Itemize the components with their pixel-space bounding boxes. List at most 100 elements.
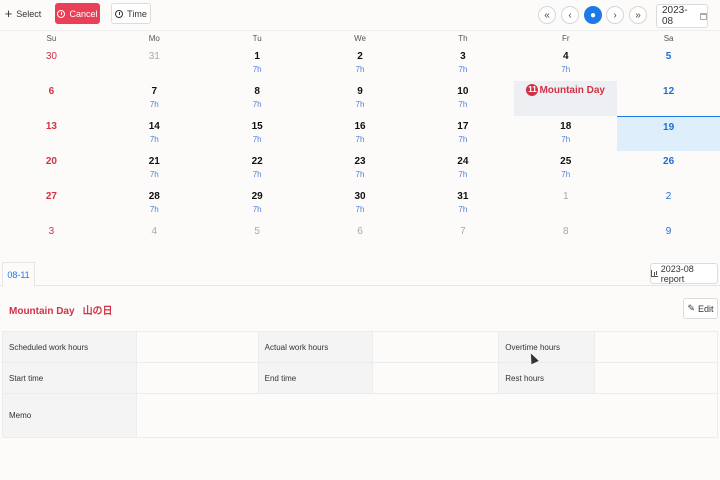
time-button[interactable]: Time xyxy=(111,3,151,24)
calendar-day[interactable]: 31 xyxy=(103,46,206,81)
calendar-day[interactable]: 6 xyxy=(0,81,103,116)
calendar-day[interactable]: 5 xyxy=(617,46,720,81)
calendar-day[interactable]: 23 7h xyxy=(309,151,412,186)
last-month-button[interactable]: » xyxy=(629,6,647,24)
calendar-day[interactable]: 30 xyxy=(0,46,103,81)
calendar-day[interactable]: 29 7h xyxy=(206,186,309,221)
calendar-day[interactable]: 15 7h xyxy=(206,116,309,151)
day-number: 12 xyxy=(663,86,675,97)
calendar-day[interactable]: 13 xyxy=(0,116,103,151)
day-number: 23 xyxy=(354,156,366,167)
overtime-hours-label: Overtime hours xyxy=(498,331,596,363)
calendar-day[interactable]: 12 xyxy=(617,81,720,116)
day-hours: 7h xyxy=(149,170,159,179)
calendar-day[interactable]: 17 7h xyxy=(411,116,514,151)
calendar-day[interactable]: 9 7h xyxy=(309,81,412,116)
calendar-day[interactable]: 3 xyxy=(0,221,103,256)
calendar-day[interactable]: 22 7h xyxy=(206,151,309,186)
day-number: 7 xyxy=(460,226,466,237)
edit-button[interactable]: ✎ Edit xyxy=(683,298,718,319)
calendar-day[interactable]: 18 7h xyxy=(514,116,617,151)
rest-hours-label: Rest hours xyxy=(498,362,596,394)
day-number: 25 xyxy=(560,156,572,167)
calendar-day[interactable]: 21 7h xyxy=(103,151,206,186)
day-number: 24 xyxy=(457,156,469,167)
cancel-button[interactable]: Cancel xyxy=(55,3,100,24)
calendar-day[interactable]: 7 7h xyxy=(103,81,206,116)
day-number: 31 xyxy=(457,191,469,202)
end-time-value xyxy=(372,362,500,394)
day-number: 9 xyxy=(357,86,363,97)
weekday-label: We xyxy=(354,34,366,43)
day-number: 6 xyxy=(357,226,363,237)
calendar-day[interactable]: 7 xyxy=(411,221,514,256)
plus-icon: + xyxy=(4,6,13,21)
calendar-day[interactable]: 28 7h xyxy=(103,186,206,221)
select-label: Select xyxy=(16,8,42,19)
calendar-week: 27 28 7h 29 7h 30 7h 31 7h 1 2 xyxy=(0,186,720,221)
month-value: 2023-08 xyxy=(662,5,688,27)
holiday-name-jp: 山の日 xyxy=(82,306,113,317)
next-month-button[interactable]: › xyxy=(606,6,624,24)
calendar-day[interactable]: 8 7h xyxy=(206,81,309,116)
calendar-day[interactable]: 4 xyxy=(103,221,206,256)
day-number: 17 xyxy=(457,121,469,132)
calendar-day[interactable]: 11 Mountain Day xyxy=(514,81,618,116)
select-button[interactable]: + Select xyxy=(4,3,42,24)
calendar-day[interactable]: 5 xyxy=(206,221,309,256)
day-number: 4 xyxy=(562,51,569,62)
day-number: 30 xyxy=(45,51,57,62)
calendar-day[interactable]: 6 xyxy=(309,221,412,256)
day-number: 27 xyxy=(45,191,57,202)
toolbar: + Select Cancel Time « ‹ ● › » 2023-08 xyxy=(0,0,720,30)
calendar-day[interactable]: 16 7h xyxy=(309,116,412,151)
clock-icon xyxy=(115,9,124,18)
day-number: 30 xyxy=(354,191,366,202)
day-number: 10 xyxy=(457,86,469,97)
calendar-day[interactable]: 4 7h xyxy=(514,46,617,81)
calendar-day[interactable]: 19 xyxy=(617,116,720,151)
calendar-day[interactable]: 9 xyxy=(617,221,720,256)
calendar-day[interactable]: 1 7h xyxy=(206,46,309,81)
day-hours: 7h xyxy=(355,65,365,74)
calendar-day[interactable]: 2 xyxy=(617,186,720,221)
day-number: 14 xyxy=(148,121,160,132)
calendar-day[interactable]: 26 xyxy=(617,151,720,186)
chevron-left-icon: ‹ xyxy=(568,9,572,21)
calendar-day[interactable]: 14 7h xyxy=(103,116,206,151)
month-picker[interactable]: 2023-08 xyxy=(656,4,708,28)
day-hours: 7h xyxy=(458,205,468,214)
report-label: 2023-08 report xyxy=(660,263,694,284)
rest-hours-value xyxy=(594,362,718,394)
calendar-week: 3 4 5 6 7 8 9 xyxy=(0,221,720,256)
day-number: 7 xyxy=(151,86,158,97)
day-number: 9 xyxy=(665,226,672,237)
calendar-day[interactable]: 31 7h xyxy=(411,186,514,221)
double-chevron-left-icon: « xyxy=(544,9,550,21)
calendar-day[interactable]: 8 xyxy=(514,221,617,256)
calendar-day[interactable]: 24 7h xyxy=(411,151,514,186)
edit-label: Edit xyxy=(698,303,714,314)
monthly-report-button[interactable]: 2023-08 report xyxy=(650,263,718,284)
prev-month-button[interactable]: ‹ xyxy=(561,6,579,24)
day-hours: 7h xyxy=(561,65,571,74)
calendar-day[interactable]: 10 7h xyxy=(411,81,514,116)
calendar-day[interactable]: 27 xyxy=(0,186,103,221)
calendar-day[interactable]: 25 7h xyxy=(514,151,617,186)
calendar-day[interactable]: 20 xyxy=(0,151,103,186)
calendar-day[interactable]: 3 7h xyxy=(411,46,514,81)
work-hours-table: Scheduled work hours Actual work hours O… xyxy=(2,331,719,438)
first-month-button[interactable]: « xyxy=(538,6,556,24)
today-button[interactable]: ● xyxy=(584,6,602,24)
holiday-marker: 11 Mountain Day xyxy=(514,84,617,96)
day-hours: 7h xyxy=(252,170,262,179)
day-number: 18 xyxy=(560,121,572,132)
day-number: 19 xyxy=(663,122,675,133)
calendar-day[interactable]: 30 7h xyxy=(309,186,412,221)
tab-08-11[interactable]: 08-11 xyxy=(2,262,35,287)
overtime-hours-value xyxy=(594,331,718,363)
double-chevron-right-icon: » xyxy=(635,9,641,21)
calendar-day[interactable]: 2 7h xyxy=(309,46,412,81)
calendar-day[interactable]: 1 xyxy=(514,186,617,221)
day-number: 8 xyxy=(254,86,260,97)
